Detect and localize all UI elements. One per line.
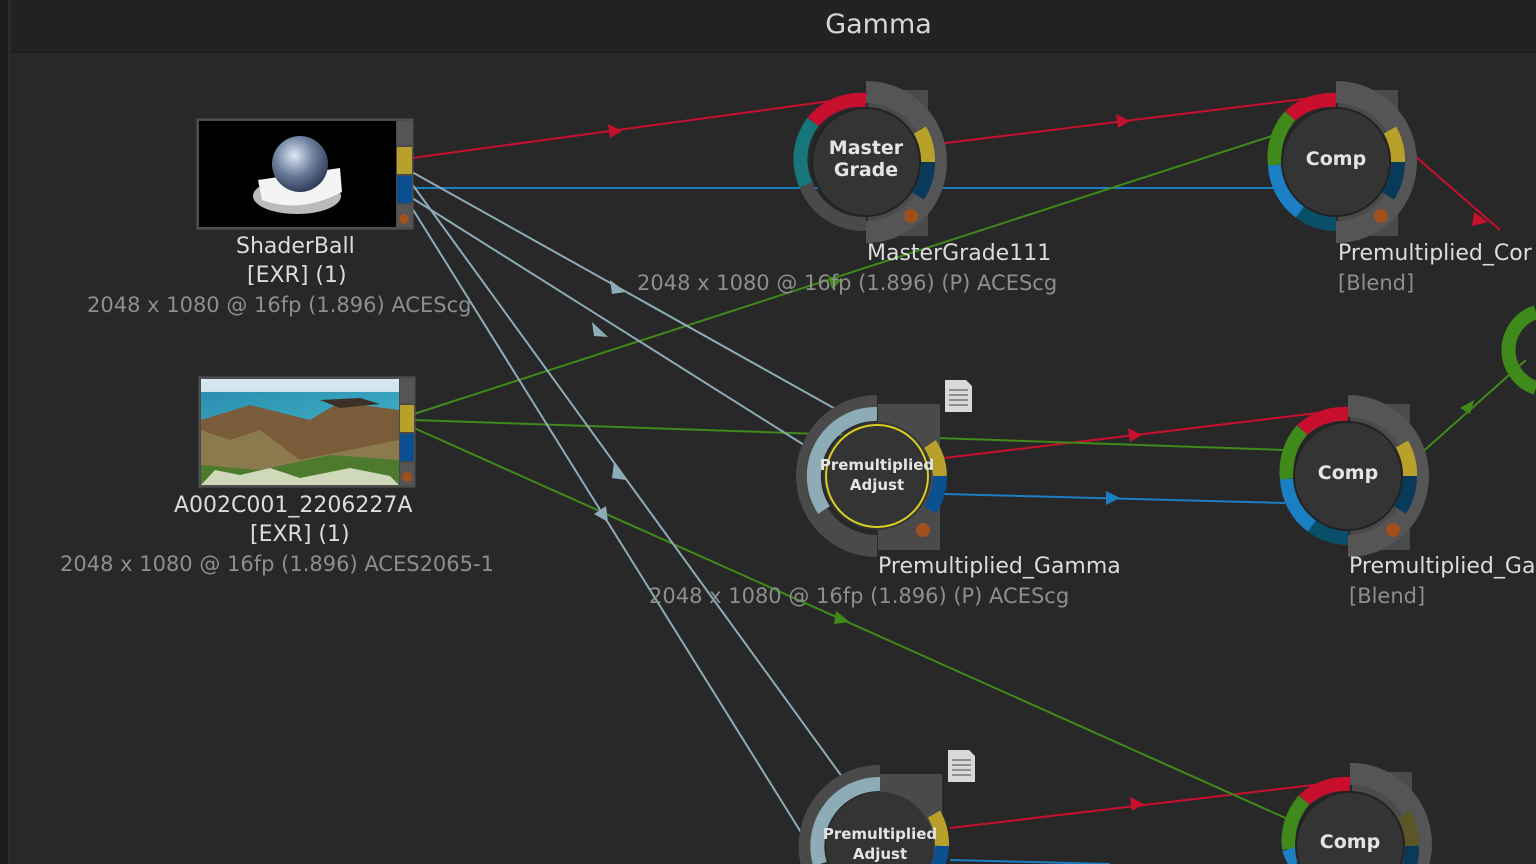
arrow-gray-1: [610, 280, 626, 294]
mastergrade-center-label: Master Grade: [816, 137, 916, 181]
mastergrade-center-line2: Grade: [833, 159, 899, 181]
arrow-gray-2: [592, 322, 608, 337]
premultadjust3-center-line1: Premultiplied: [822, 825, 938, 843]
document-icon[interactable]: [948, 750, 975, 782]
link-shaderball-mastergrade: [411, 99, 839, 159]
port-shaderball-gray[interactable]: [397, 121, 412, 145]
premultgamma-center-line2: Adjust: [849, 476, 905, 494]
node-shaderball[interactable]: [196, 118, 414, 230]
port-shaderball-yellow[interactable]: [397, 147, 412, 174]
arrow-gray-3: [612, 462, 626, 480]
link-shaderball-premultgamma-2: [411, 197, 813, 451]
premultadjust3-center-label: Premultiplied Adjust: [820, 824, 940, 864]
shaderball-type: [EXR] (1): [247, 263, 347, 288]
arrow-red-3: [1472, 212, 1488, 226]
comp2-dot[interactable]: [1386, 523, 1400, 537]
arrow-blue-1: [1106, 491, 1120, 505]
a002-info: 2048 x 1080 @ 16fp (1.896) ACES2065-1: [60, 552, 494, 576]
port-shaderball-blue[interactable]: [397, 176, 412, 203]
mastergrade-center-line1: Master: [828, 137, 904, 159]
comp2-name: Premultiplied_Ga: [1349, 554, 1536, 579]
mastergrade-info: 2048 x 1080 @ 16fp (1.896) (P) ACEScg: [637, 271, 1058, 295]
port-a002-blue[interactable]: [400, 434, 414, 461]
comp2-center-label: Comp: [1317, 462, 1379, 484]
link-comp1-out: [1407, 149, 1501, 231]
premultgamma-center-line1: Premultiplied: [819, 456, 935, 474]
comp2-type: [Blend]: [1349, 584, 1426, 608]
mastergrade-dot[interactable]: [904, 209, 918, 223]
arrow-green-2: [1460, 400, 1474, 414]
comp1-name: Premultiplied_Cor: [1338, 241, 1532, 266]
document-icon[interactable]: [945, 380, 972, 412]
a002-type: [EXR] (1): [250, 522, 350, 547]
comp1-dot[interactable]: [1374, 209, 1388, 223]
arrow-red-5: [1130, 797, 1144, 811]
premultadjust3-center-line2: Adjust: [852, 845, 908, 863]
comp1-center-label: Comp: [1305, 148, 1367, 170]
arrow-red-4: [1128, 428, 1142, 442]
node-offscreen-partial[interactable]: [1501, 305, 1536, 395]
arrow-red-1: [608, 124, 622, 138]
mastergrade-name: MasterGrade111: [867, 241, 1052, 266]
shaderball-name: ShaderBall: [236, 234, 355, 259]
port-shaderball-dot[interactable]: [399, 214, 409, 224]
a002-name: A002C001_2206227A: [174, 493, 413, 518]
port-a002-yellow[interactable]: [400, 405, 414, 432]
port-a002-gray[interactable]: [400, 379, 414, 403]
link-premultadjust3-blue: [949, 859, 1111, 864]
node-a002c001[interactable]: [198, 376, 416, 488]
port-a002-dot[interactable]: [402, 472, 412, 482]
shaderball-sphere: [272, 136, 328, 192]
comp1-type: [Blend]: [1338, 271, 1415, 295]
premultgamma-name: Premultiplied_Gamma: [878, 554, 1121, 579]
thumbnail-coast: [201, 379, 399, 485]
shaderball-info: 2048 x 1080 @ 16fp (1.896) ACEScg: [87, 293, 472, 317]
premultgamma-dot[interactable]: [916, 523, 930, 537]
comp3-center-label: Comp: [1319, 831, 1381, 853]
premultgamma-info: 2048 x 1080 @ 16fp (1.896) (P) ACEScg: [649, 584, 1070, 608]
arrow-green-3: [834, 611, 850, 624]
arrow-red-2: [1116, 114, 1130, 128]
node-graph-canvas[interactable]: [0, 0, 1536, 864]
premultgamma-center-label: Premultiplied Adjust: [817, 455, 937, 495]
